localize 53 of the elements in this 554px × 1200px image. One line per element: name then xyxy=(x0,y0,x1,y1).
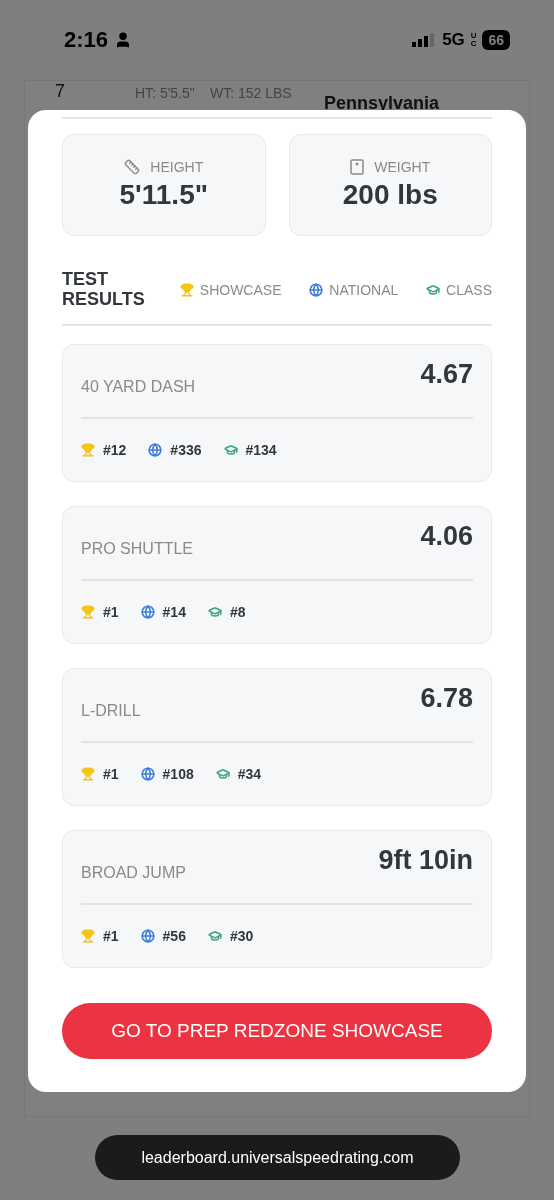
globe-icon xyxy=(140,928,155,943)
test-score: 4.06 xyxy=(420,521,473,553)
rank-text: #1 xyxy=(103,765,119,782)
graduation-cap-icon xyxy=(223,442,238,457)
test-score: 6.78 xyxy=(420,683,473,715)
rank-text: #108 xyxy=(162,765,194,782)
rank-number: 7 xyxy=(54,81,66,102)
trophy-icon xyxy=(81,604,95,619)
clock-time: 2:16 xyxy=(64,27,109,53)
globe-icon xyxy=(140,766,155,781)
rank-text: #34 xyxy=(237,765,262,782)
test-score: 4.67 xyxy=(420,359,473,391)
section-title: TEST RESULTS xyxy=(62,270,146,310)
legend-label: SHOWCASE xyxy=(199,281,282,298)
height-text: HT: 5'5.5" xyxy=(135,85,196,101)
legend-label: NATIONAL xyxy=(329,281,399,298)
globe-icon xyxy=(140,604,155,619)
trophy-icon xyxy=(81,442,95,457)
test-name: BROAD JUMP xyxy=(81,863,186,882)
test-name: PRO SHUTTLE xyxy=(81,539,193,558)
rank-text: #14 xyxy=(162,603,186,620)
measurement-value: 200 lbs xyxy=(342,179,438,211)
trophy-icon xyxy=(81,928,95,943)
weight-text: WT: 152 LBS xyxy=(210,85,293,101)
test-score: 9ft 10in xyxy=(378,845,473,877)
graduation-cap-icon xyxy=(215,766,230,781)
globe-icon xyxy=(148,442,163,457)
test-name: L-DRILL xyxy=(81,701,141,720)
legend-label: CLASS xyxy=(446,281,492,298)
trophy-icon xyxy=(81,766,95,781)
scale-icon xyxy=(350,159,365,175)
location-text: Pennsylvania xyxy=(324,93,441,114)
measurement-value: 5'11.5" xyxy=(119,179,208,211)
graduation-cap-icon xyxy=(207,604,222,619)
showcase-button[interactable]: GO TO PREP REDZONE SHOWCASE xyxy=(62,1002,492,1059)
rank-text: #336 xyxy=(170,441,202,458)
rank-text: #1 xyxy=(103,927,119,944)
test-name: 40 YARD DASH xyxy=(81,377,196,396)
ruler-icon xyxy=(124,159,141,175)
graduation-cap-icon xyxy=(207,928,222,943)
battery-icon: 66 xyxy=(482,30,510,50)
network-type-label: UC xyxy=(470,32,477,48)
measurement-label: WEIGHT xyxy=(374,159,431,175)
rank-text: #12 xyxy=(103,441,127,458)
rank-text: #56 xyxy=(162,927,186,944)
network-label: 5G xyxy=(442,30,465,50)
rank-text: #134 xyxy=(245,441,277,458)
rank-text: #1 xyxy=(103,603,119,620)
rank-text: #8 xyxy=(229,603,246,620)
measurement-label: HEIGHT xyxy=(150,159,204,175)
url-bar[interactable]: leaderboard.universalspeedrating.com xyxy=(95,1135,460,1180)
signal-icon xyxy=(412,33,437,47)
rank-text: #30 xyxy=(229,927,254,944)
